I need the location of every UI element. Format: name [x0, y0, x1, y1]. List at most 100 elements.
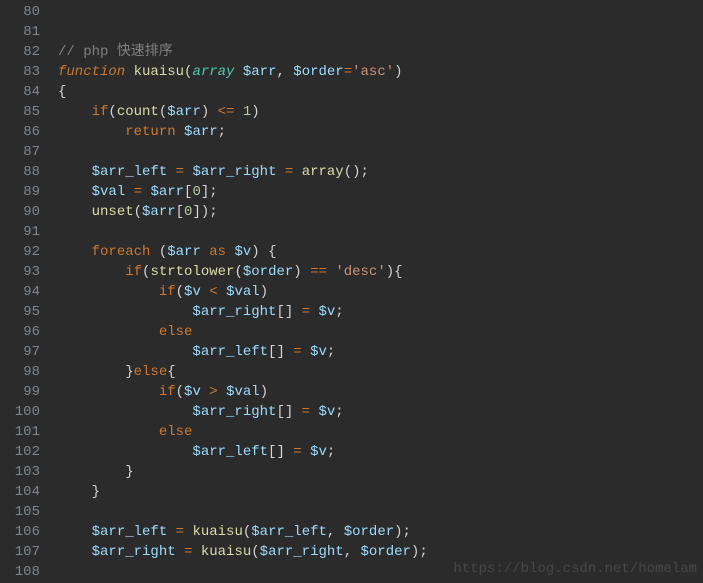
- code-line[interactable]: $arr_left[] = $v;: [58, 442, 703, 462]
- code-line[interactable]: [58, 142, 703, 162]
- code-line[interactable]: if($v < $val): [58, 282, 703, 302]
- line-number: 90: [0, 202, 40, 222]
- token-plain: [176, 124, 184, 140]
- token-punc: (: [234, 264, 242, 280]
- token-var: $order: [293, 64, 343, 80]
- token-plain: [176, 544, 184, 560]
- token-comment: // php 快速排序: [58, 44, 173, 60]
- token-op: <=: [218, 104, 235, 120]
- token-punc: []: [268, 444, 293, 460]
- token-var: $v: [310, 344, 327, 360]
- code-line[interactable]: [58, 222, 703, 242]
- token-var: $arr_right: [92, 544, 176, 560]
- code-line[interactable]: return $arr;: [58, 122, 703, 142]
- line-number: 108: [0, 562, 40, 582]
- code-line[interactable]: }: [58, 482, 703, 502]
- token-str: 'asc': [352, 64, 394, 80]
- token-punc: ;: [335, 304, 343, 320]
- token-plain: [234, 104, 242, 120]
- token-punc: ): [394, 64, 402, 80]
- token-punc: ): [251, 104, 259, 120]
- token-var: $order: [344, 524, 394, 540]
- token-punc: );: [411, 544, 428, 560]
- token-var: $arr_left: [251, 524, 327, 540]
- token-kw: foreach: [92, 244, 151, 260]
- line-number: 97: [0, 342, 40, 362]
- token-var: $val: [226, 284, 260, 300]
- code-line[interactable]: // php 快速排序: [58, 42, 703, 62]
- token-kw: return: [125, 124, 175, 140]
- token-var: $arr_right: [192, 404, 276, 420]
- code-line[interactable]: [58, 502, 703, 522]
- line-number: 98: [0, 362, 40, 382]
- token-punc: {: [58, 84, 66, 100]
- code-line[interactable]: $val = $arr[0];: [58, 182, 703, 202]
- token-plain: [201, 384, 209, 400]
- token-plain: [218, 284, 226, 300]
- token-plain: [167, 164, 175, 180]
- token-punc: []: [268, 344, 293, 360]
- token-call: strtolower: [150, 264, 234, 280]
- code-line[interactable]: function kuaisu(array $arr, $order='asc'…: [58, 62, 703, 82]
- code-editor[interactable]: 8081828384858687888990919293949596979899…: [0, 0, 703, 583]
- token-op: =: [134, 184, 142, 200]
- token-var: $arr_right: [260, 544, 344, 560]
- token-var: $arr_right: [192, 164, 276, 180]
- code-line[interactable]: }else{: [58, 362, 703, 382]
- line-number: 95: [0, 302, 40, 322]
- token-var: $arr: [142, 204, 176, 220]
- token-punc: ): [260, 384, 268, 400]
- line-number: 102: [0, 442, 40, 462]
- code-line[interactable]: if($v > $val): [58, 382, 703, 402]
- token-var: $v: [310, 444, 327, 460]
- code-line[interactable]: if(strtolower($order) == 'desc'){: [58, 262, 703, 282]
- line-number: 106: [0, 522, 40, 542]
- code-line[interactable]: {: [58, 82, 703, 102]
- token-call: array: [302, 164, 344, 180]
- token-var: $arr: [167, 244, 201, 260]
- token-plain: [276, 164, 284, 180]
- token-punc: ;: [327, 344, 335, 360]
- token-punc: (: [159, 244, 167, 260]
- token-punc: ) {: [251, 244, 276, 260]
- code-line[interactable]: $arr_left[] = $v;: [58, 342, 703, 362]
- line-number: 87: [0, 142, 40, 162]
- line-number: 103: [0, 462, 40, 482]
- token-plain: [234, 64, 242, 80]
- token-kw: else: [159, 324, 193, 340]
- token-var: $arr_left: [92, 164, 168, 180]
- line-number: 96: [0, 322, 40, 342]
- token-plain: [125, 184, 133, 200]
- code-line[interactable]: if(count($arr) <= 1): [58, 102, 703, 122]
- token-var: $arr: [243, 64, 277, 80]
- token-plain: [201, 244, 209, 260]
- line-number: 104: [0, 482, 40, 502]
- line-number: 101: [0, 422, 40, 442]
- token-var: $arr: [167, 104, 201, 120]
- token-punc: []: [276, 304, 301, 320]
- code-line[interactable]: $arr_left = kuaisu($arr_left, $order);: [58, 522, 703, 542]
- code-line[interactable]: foreach ($arr as $v) {: [58, 242, 703, 262]
- token-var: $arr_right: [192, 304, 276, 320]
- code-line[interactable]: else: [58, 322, 703, 342]
- code-line[interactable]: $arr_right = kuaisu($arr_right, $order);: [58, 542, 703, 562]
- token-kw: if: [159, 284, 176, 300]
- token-var: $order: [243, 264, 293, 280]
- code-area[interactable]: // php 快速排序 function kuaisu(array $arr, $…: [46, 0, 703, 583]
- code-line[interactable]: unset($arr[0]);: [58, 202, 703, 222]
- token-func: kuaisu: [134, 64, 184, 80]
- line-number: 80: [0, 2, 40, 22]
- code-line[interactable]: }: [58, 462, 703, 482]
- token-punc: (: [176, 384, 184, 400]
- token-op: =: [176, 164, 184, 180]
- code-line[interactable]: $arr_right[] = $v;: [58, 302, 703, 322]
- code-line[interactable]: $arr_left = $arr_right = array();: [58, 162, 703, 182]
- code-line[interactable]: [58, 562, 703, 582]
- code-line[interactable]: else: [58, 422, 703, 442]
- line-number: 91: [0, 222, 40, 242]
- line-number: 99: [0, 382, 40, 402]
- token-kw: else: [134, 364, 168, 380]
- token-punc: ,: [276, 64, 293, 80]
- token-punc: ){: [386, 264, 403, 280]
- code-line[interactable]: $arr_right[] = $v;: [58, 402, 703, 422]
